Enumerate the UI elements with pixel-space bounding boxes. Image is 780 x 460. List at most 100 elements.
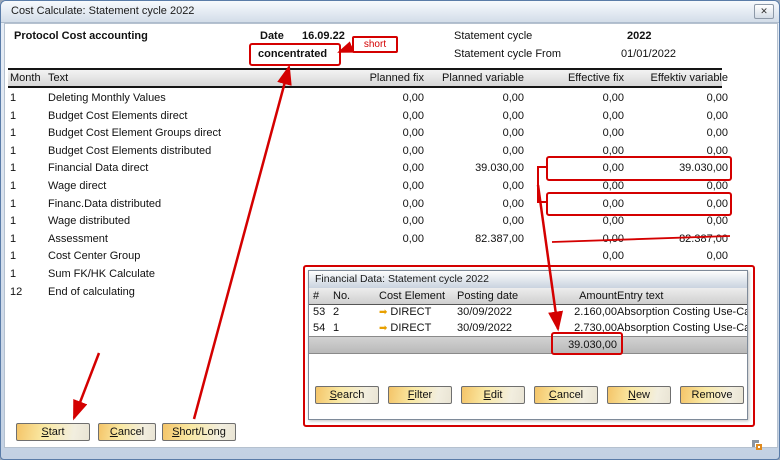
sub-cancel-button[interactable]: Cancel bbox=[534, 386, 598, 404]
cell-no: 1 bbox=[333, 320, 373, 336]
table-row[interactable]: 1 Budget Cost Elements distributed 0,00 … bbox=[8, 143, 722, 161]
table-row[interactable]: 1 Deleting Monthly Values 0,00 0,00 0,00… bbox=[8, 90, 722, 108]
cell-effective-fix: 0,00 bbox=[542, 160, 624, 178]
date-value: 16.09.22 bbox=[302, 30, 345, 42]
cell-effective-fix: 0,00 bbox=[542, 108, 624, 126]
cell-month: 1 bbox=[10, 108, 44, 126]
table-header: Month Text Planned fix Planned variable … bbox=[8, 68, 722, 88]
new-button[interactable]: New bbox=[607, 386, 671, 404]
cell-planned-fix: 0,00 bbox=[342, 213, 424, 231]
cell-effektiv-variable: 82.387,00 bbox=[640, 231, 728, 249]
table-row[interactable]: 1 Budget Cost Elements direct 0,00 0,00 … bbox=[8, 108, 722, 126]
cell-entry-text: Absorption Costing Use-Case bbox=[617, 320, 747, 336]
cell-planned-fix: 0,00 bbox=[342, 160, 424, 178]
protocol-title: Protocol Cost accounting bbox=[14, 30, 148, 42]
col-effektiv-variable: Effektiv variable bbox=[640, 70, 728, 86]
col-planned-fix: Planned fix bbox=[342, 70, 424, 86]
short-long-button[interactable]: Short/Long bbox=[162, 423, 236, 441]
col-text: Text bbox=[48, 70, 340, 86]
cycle-value: 2022 bbox=[627, 30, 651, 42]
start-button[interactable]: Start bbox=[16, 423, 90, 441]
cell-month: 1 bbox=[10, 90, 44, 108]
cell-cost-element: ➡DIRECT bbox=[379, 304, 455, 320]
table-row[interactable]: 1 Budget Cost Element Groups direct 0,00… bbox=[8, 125, 722, 143]
cell-effective-fix: 0,00 bbox=[542, 248, 624, 266]
cell-text: Assessment bbox=[48, 231, 340, 249]
cost-element-value: DIRECT bbox=[390, 322, 431, 334]
cell-text: End of calculating bbox=[48, 284, 340, 302]
cell-effective-fix: 0,00 bbox=[542, 231, 624, 249]
cost-element-value: DIRECT bbox=[390, 306, 431, 318]
window-title: Cost Calculate: Statement cycle 2022 bbox=[11, 1, 194, 22]
cancel-button[interactable]: Cancel bbox=[98, 423, 156, 441]
cell-text: Wage distributed bbox=[48, 213, 340, 231]
direct-arrow-icon: ➡ bbox=[379, 323, 387, 334]
cell-text: Budget Cost Elements distributed bbox=[48, 143, 340, 161]
subwindow-row[interactable]: 54 1 ➡DIRECT 30/09/2022 2.730,00 Absorpt… bbox=[309, 320, 747, 336]
col-posting-date: Posting date bbox=[457, 288, 547, 304]
cell-month: 1 bbox=[10, 213, 44, 231]
cell-planned-fix: 0,00 bbox=[342, 90, 424, 108]
cell-planned-fix: 0,00 bbox=[342, 143, 424, 161]
cell-planned-fix: 0,00 bbox=[342, 196, 424, 214]
cell-planned-variable: 82.387,00 bbox=[442, 231, 524, 249]
dialog-window: Cost Calculate: Statement cycle 2022 ✕ P… bbox=[0, 0, 780, 460]
cell-text: Financial Data direct bbox=[48, 160, 340, 178]
cell-effektiv-variable: 0,00 bbox=[640, 248, 728, 266]
client-area: Protocol Cost accounting Date 16.09.22 S… bbox=[4, 23, 778, 448]
cell-effective-fix: 0,00 bbox=[542, 125, 624, 143]
col-no: No. bbox=[333, 288, 373, 304]
cell-cost-element: ➡DIRECT bbox=[379, 320, 455, 336]
cycle-label: Statement cycle bbox=[454, 30, 532, 42]
cell-month: 1 bbox=[10, 266, 44, 284]
cell-month: 12 bbox=[10, 284, 44, 302]
subwindow-title: Financial Data: Statement cycle 2022 bbox=[315, 271, 489, 288]
close-button[interactable]: ✕ bbox=[754, 4, 774, 19]
col-planned-variable: Planned variable bbox=[442, 70, 524, 86]
cell-effektiv-variable: 0,00 bbox=[640, 178, 728, 196]
cell-text: Sum FK/HK Calculate bbox=[48, 266, 340, 284]
close-icon: ✕ bbox=[760, 6, 768, 16]
table-row[interactable]: 1 Financ.Data distributed 0,00 0,00 0,00… bbox=[8, 196, 722, 214]
table-row[interactable]: 1 Cost Center Group 0,00 0,00 bbox=[8, 248, 722, 266]
cell-planned-variable bbox=[442, 248, 524, 266]
subwindow-table-header: # No. Cost Element Posting date Amount E… bbox=[309, 288, 747, 305]
col-amount: Amount bbox=[537, 288, 617, 304]
cell-amount: 2.730,00 bbox=[537, 320, 617, 336]
search-button[interactable]: Search bbox=[315, 386, 379, 404]
cell-posting-date: 30/09/2022 bbox=[457, 320, 547, 336]
cell-text: Budget Cost Element Groups direct bbox=[48, 125, 340, 143]
cell-entry-text: Absorption Costing Use-Case bbox=[617, 304, 747, 320]
table-row[interactable]: 1 Wage direct 0,00 0,00 0,00 0,00 bbox=[8, 178, 722, 196]
cycle-from-value: 01/01/2022 bbox=[621, 48, 676, 60]
resize-grip-icon[interactable] bbox=[750, 438, 764, 452]
cell-effektiv-variable: 0,00 bbox=[640, 125, 728, 143]
subwindow-row[interactable]: 53 2 ➡DIRECT 30/09/2022 2.160,00 Absorpt… bbox=[309, 304, 747, 320]
cycle-from-label: Statement cycle From bbox=[454, 48, 561, 60]
table-row[interactable]: 1 Assessment 0,00 82.387,00 0,00 82.387,… bbox=[8, 231, 722, 249]
cell-effective-fix: 0,00 bbox=[542, 90, 624, 108]
cell-month: 1 bbox=[10, 160, 44, 178]
cell-planned-fix: 0,00 bbox=[342, 178, 424, 196]
table-row[interactable]: 1 Financial Data direct 0,00 39.030,00 0… bbox=[8, 160, 722, 178]
cell-planned-variable: 39.030,00 bbox=[442, 160, 524, 178]
cell-effective-fix: 0,00 bbox=[542, 143, 624, 161]
filter-button[interactable]: Filter bbox=[388, 386, 452, 404]
cell-month: 1 bbox=[10, 143, 44, 161]
col-hash: # bbox=[313, 288, 331, 304]
cell-month: 1 bbox=[10, 231, 44, 249]
table-row[interactable]: 1 Wage distributed 0,00 0,00 0,00 0,00 bbox=[8, 213, 722, 231]
titlebar[interactable]: Cost Calculate: Statement cycle 2022 ✕ bbox=[1, 1, 779, 23]
cell-effektiv-variable: 0,00 bbox=[640, 108, 728, 126]
subwindow-titlebar[interactable]: Financial Data: Statement cycle 2022 bbox=[309, 271, 747, 289]
cell-planned-variable: 0,00 bbox=[442, 108, 524, 126]
subwindow-sum-row: 39.030,00 bbox=[309, 336, 747, 354]
cell-planned-variable: 0,00 bbox=[442, 143, 524, 161]
cell-planned-variable: 0,00 bbox=[442, 196, 524, 214]
cell-planned-variable: 0,00 bbox=[442, 213, 524, 231]
edit-button[interactable]: Edit bbox=[461, 386, 525, 404]
remove-button[interactable]: Remove bbox=[680, 386, 744, 404]
cell-month: 1 bbox=[10, 248, 44, 266]
cell-planned-variable: 0,00 bbox=[442, 178, 524, 196]
cell-planned-variable: 0,00 bbox=[442, 90, 524, 108]
